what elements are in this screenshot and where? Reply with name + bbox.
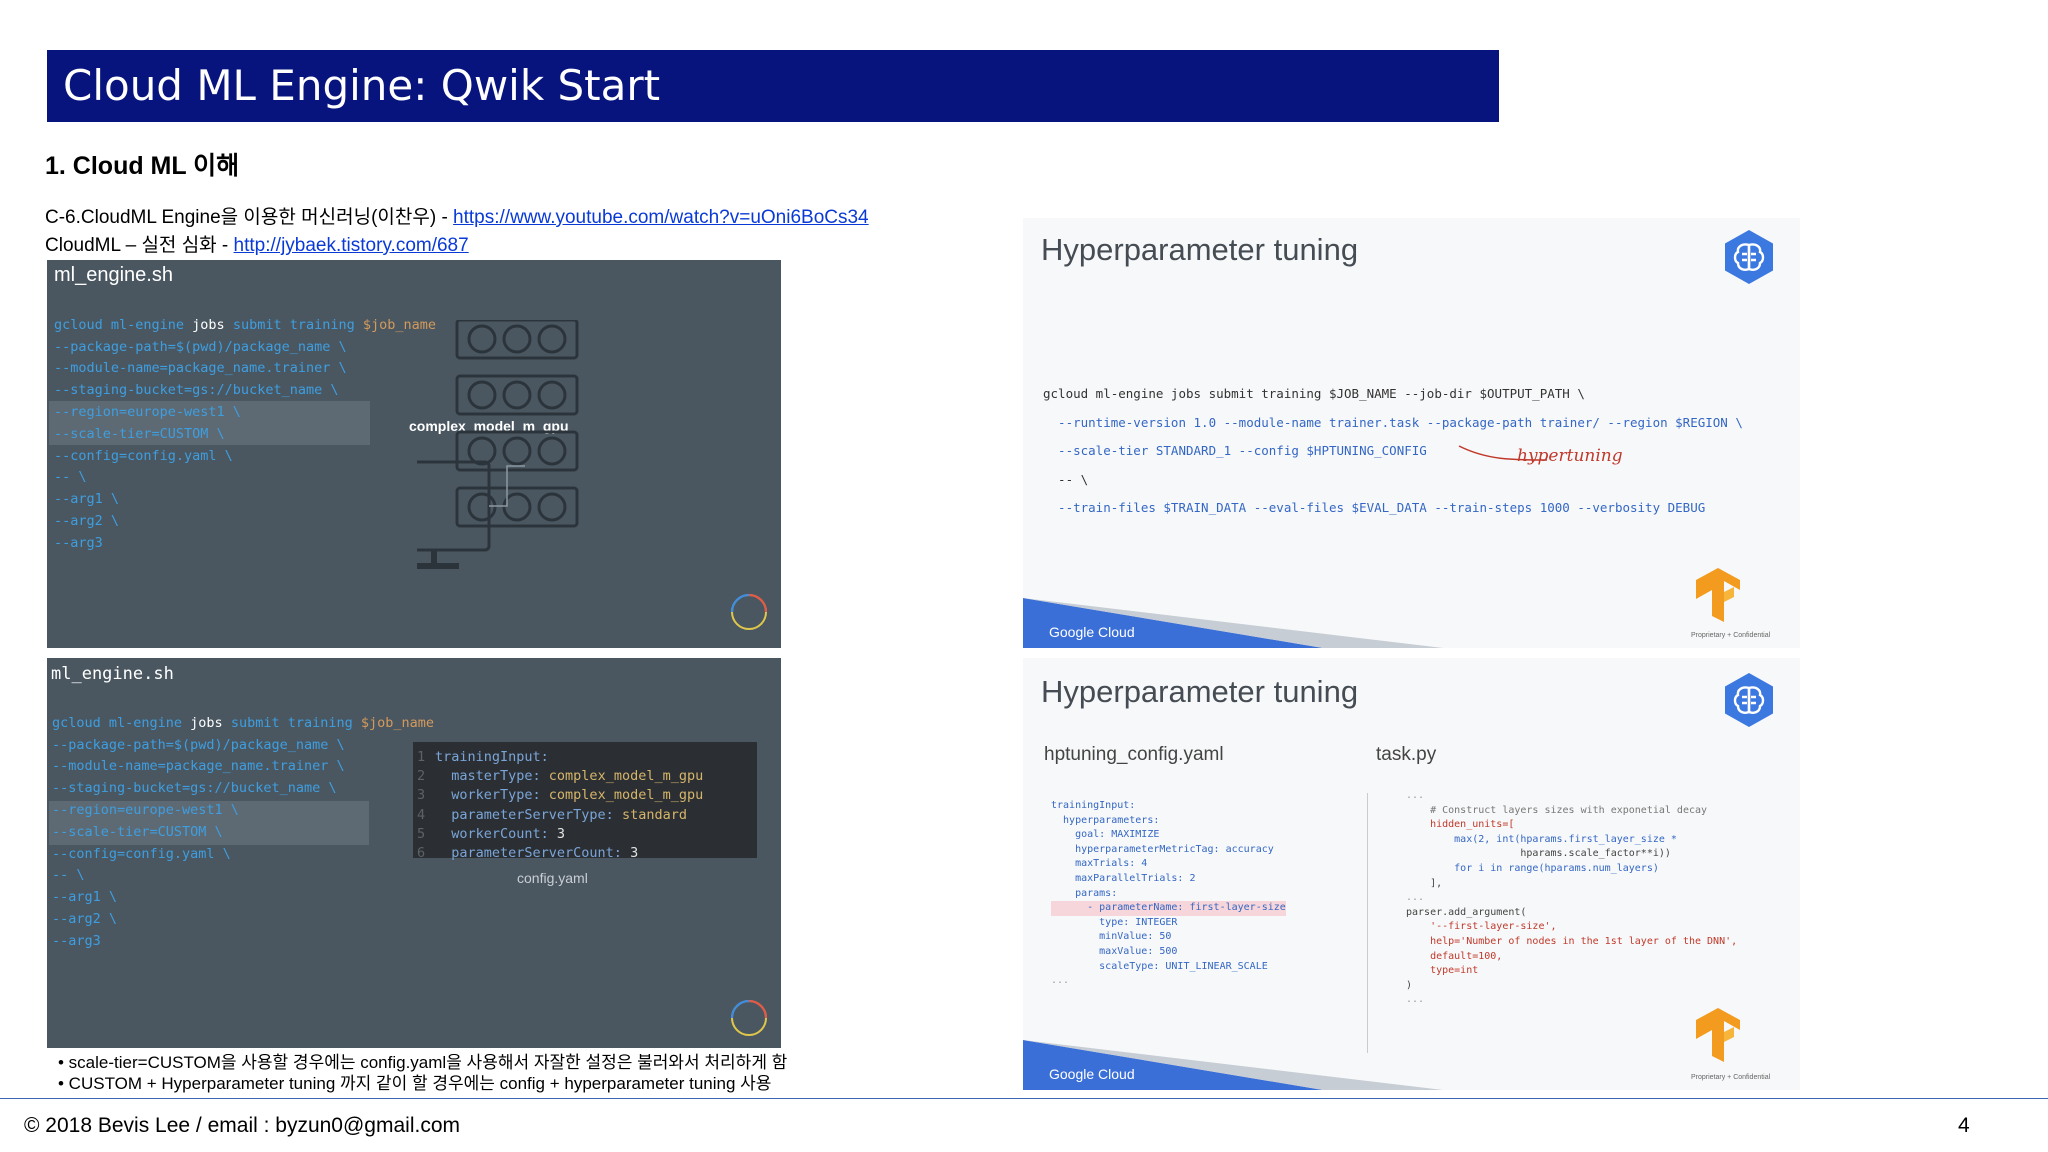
hyperparameter-slide-1: Hyperparameter tuning gcloud ml-engine j… <box>1023 218 1800 648</box>
hypertuning-annotation: hypertuning <box>1517 446 1623 466</box>
section-heading: 1. Cloud ML 이해 <box>45 152 240 180</box>
code-line: --staging-bucket=gs://bucket_name \ <box>52 780 337 797</box>
yaml-code: trainingInput: masterType: complex_model… <box>435 749 704 862</box>
config-yaml-box: 123456 trainingInput: masterType: comple… <box>413 742 757 861</box>
code-line: --package-path=$(pwd)/package_name \ <box>54 338 347 355</box>
note-item: • CUSTOM + Hyperparameter tuning 까지 같이 할… <box>58 1074 772 1093</box>
code-line: --arg3 <box>52 932 101 949</box>
code-line: --module-name=package_name.trainer \ <box>54 360 347 377</box>
reference-2-link[interactable]: http://jybaek.tistory.com/687 <box>234 235 469 256</box>
google-cloud-label: Google Cloud <box>1049 624 1135 640</box>
footer-credit: © 2018 Bevis Lee / email : byzun0@gmail.… <box>24 1114 460 1137</box>
slide-title: Cloud ML Engine: Qwik Start <box>63 61 661 110</box>
code-line: --arg1 \ <box>52 889 118 906</box>
config-yaml-caption: config.yaml <box>517 870 588 886</box>
reference-1-text: C-6.CloudML Engine을 이용한 머신러닝(이찬우) - <box>45 207 454 228</box>
code-line: --config=config.yaml \ <box>54 447 233 464</box>
code-line: gcloud ml-engine jobs submit training $j… <box>52 714 435 731</box>
code-line: --staging-bucket=gs://bucket_name \ <box>54 382 339 399</box>
code-line: --module-name=package_name.trainer \ <box>52 758 345 775</box>
google-spinner-icon <box>730 593 768 630</box>
gpu-cluster-illustration <box>417 320 579 569</box>
slide-2-title: Hyperparameter tuning <box>1041 674 1359 709</box>
code-line: --scale-tier=CUSTOM \ <box>52 823 223 840</box>
cmd-line: --train-files $TRAIN_DATA --eval-files $… <box>1043 500 1706 515</box>
reference-line-2: CloudML – 실전 심화 - http://jybaek.tistory.… <box>45 234 469 258</box>
code-line: --arg2 \ <box>54 512 120 529</box>
yaml-line-numbers: 123456 <box>417 749 426 862</box>
taskpy-file-label: task.py <box>1376 744 1437 765</box>
code-line: --arg1 \ <box>54 491 120 508</box>
cmd-line: -- \ <box>1043 471 1089 487</box>
footer-divider <box>0 1098 2048 1099</box>
panel-1-filename: ml_engine.sh <box>54 264 173 286</box>
code-line: --config=config.yaml \ <box>52 845 231 862</box>
slide-1-command: gcloud ml-engine jobs submit training $J… <box>1043 380 1743 523</box>
ml-engine-brain-icon <box>1725 230 1773 284</box>
cmd-line: --runtime-version 1.0 --module-name trai… <box>1043 414 1743 430</box>
reference-2-text: CloudML – 실전 심화 - <box>45 235 234 256</box>
slide-1-title: Hyperparameter tuning <box>1041 232 1359 267</box>
code-line: --region=europe-west1 \ <box>54 403 241 420</box>
code-panel-2: ml_engine.sh gcloud ml-engine jobs submi… <box>47 658 781 1048</box>
page-number: 4 <box>1958 1114 1970 1137</box>
cmd-line: gcloud ml-engine jobs submit training $J… <box>1043 386 1585 401</box>
code-line: --scale-tier=CUSTOM \ <box>54 425 225 442</box>
code-line: --region=europe-west1 \ <box>52 801 239 818</box>
code-line: --arg2 \ <box>52 910 118 927</box>
google-cloud-label: Google Cloud <box>1049 1066 1135 1082</box>
reference-1-link[interactable]: https://www.youtube.com/watch?v=uOni6BoC… <box>453 207 869 228</box>
notes-list: • scale-tier=CUSTOM을 사용할 경우에는 config.yam… <box>58 1052 787 1094</box>
panel-2-code: gcloud ml-engine jobs submit training $j… <box>52 691 434 953</box>
google-cloud-band <box>1023 1040 1443 1090</box>
google-cloud-band <box>1023 598 1443 648</box>
code-line: -- \ <box>52 867 85 884</box>
panel-1-code: gcloud ml-engine jobs submit training $j… <box>54 293 436 555</box>
yaml-file-label: hptuning_config.yaml <box>1044 744 1224 765</box>
code-line: gcloud ml-engine jobs submit training $j… <box>54 316 437 333</box>
google-spinner-icon <box>730 999 768 1036</box>
hptuning-yaml-code: trainingInput: hyperparameters: goal: MA… <box>1051 800 1286 987</box>
code-line: --package-path=$(pwd)/package_name \ <box>52 736 345 753</box>
code-panel-1: ml_engine.sh gcloud ml-engine jobs submi… <box>47 260 781 648</box>
confidential-label: Proprietary + Confidential <box>1691 632 1771 639</box>
code-line: -- \ <box>54 469 87 486</box>
code-line: --arg3 <box>54 534 103 551</box>
taskpy-code: ... # Construct layers sizes with expone… <box>1406 790 1738 1006</box>
cmd-line: --scale-tier STANDARD_1 --config $HPTUNI… <box>1043 443 1427 458</box>
ml-engine-brain-icon <box>1725 673 1773 727</box>
column-divider <box>1367 793 1368 1053</box>
panel-2-filename: ml_engine.sh <box>51 664 174 684</box>
note-item: • scale-tier=CUSTOM을 사용할 경우에는 config.yam… <box>58 1053 788 1072</box>
hyperparameter-slide-2: Hyperparameter tuning hptuning_config.ya… <box>1023 658 1800 1090</box>
reference-line-1: C-6.CloudML Engine을 이용한 머신러닝(이찬우) - http… <box>45 206 869 230</box>
confidential-label: Proprietary + Confidential <box>1691 1074 1771 1081</box>
